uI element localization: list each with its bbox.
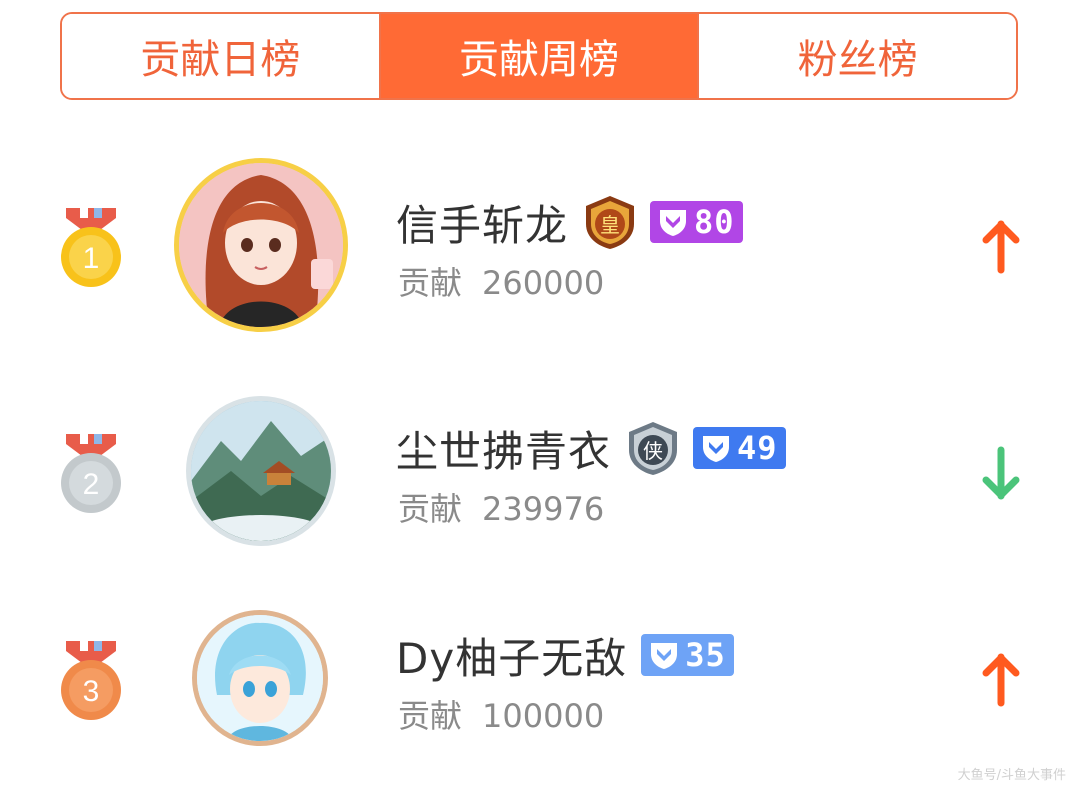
avatar-image (179, 163, 343, 327)
rank-number: 1 (83, 242, 100, 275)
trend-down-arrow-icon (982, 446, 1020, 500)
user-name-line: 信手斩龙 皇 80 (396, 194, 743, 250)
rank-number: 3 (83, 675, 100, 708)
contribution: 贡献 260000 (398, 258, 604, 304)
ranking-row[interactable]: 3 Dy柚子无敌 35 贡献 100000 (0, 583, 1080, 773)
contribution-value: 100000 (482, 697, 605, 735)
contribution: 贡献 100000 (398, 691, 604, 737)
tab-daily-contribution[interactable]: 贡献日榜 (62, 14, 379, 98)
noble-badge-text: 皇 (600, 213, 620, 237)
level-shield-icon (651, 643, 678, 669)
contribution-label: 贡献 (398, 697, 463, 735)
contribution-label: 贡献 (398, 490, 463, 528)
ranking-tabs: 贡献日榜 贡献周榜 粉丝榜 (60, 12, 1018, 100)
knight-noble-badge-icon: 侠 (629, 422, 678, 475)
noble-badge-text: 侠 (643, 439, 663, 463)
contribution: 贡献 239976 (398, 484, 604, 530)
trend-up-arrow-icon (982, 220, 1020, 274)
level-shield-icon (660, 210, 687, 236)
avatar[interactable] (186, 396, 336, 546)
contribution-value: 260000 (482, 264, 605, 302)
user-name[interactable]: 尘世拂青衣 (396, 418, 611, 479)
contribution-value: 239976 (482, 490, 605, 528)
rank-number: 2 (83, 468, 100, 501)
level-shield-icon (703, 436, 730, 462)
watermark: 大鱼号/斗鱼大事件 (957, 768, 1066, 783)
avatar[interactable] (174, 158, 348, 332)
level-badge: 49 (693, 427, 786, 469)
avatar-image (197, 615, 323, 741)
user-name-line: Dy柚子无敌 35 (396, 627, 734, 683)
user-name[interactable]: 信手斩龙 (396, 192, 568, 253)
gold-medal-icon: 1 (61, 208, 121, 287)
tab-weekly-contribution[interactable]: 贡献周榜 (378, 14, 698, 98)
avatar[interactable] (192, 610, 328, 746)
trend-up-arrow-icon (982, 653, 1020, 707)
level-number: 49 (737, 429, 778, 467)
ranking-row[interactable]: 1 信手斩龙 皇 80 贡献 260000 (0, 150, 1080, 340)
emperor-noble-badge-icon: 皇 (586, 196, 635, 249)
avatar-image (191, 401, 331, 541)
bronze-medal-icon: 3 (61, 641, 121, 720)
silver-medal-icon: 2 (61, 434, 121, 513)
ranking-row[interactable]: 2 尘世拂青衣 侠 49 贡献 239976 (0, 376, 1080, 566)
level-badge: 80 (650, 201, 743, 243)
level-badge: 35 (641, 634, 734, 676)
tab-fans[interactable]: 粉丝榜 (697, 14, 1016, 98)
user-name[interactable]: Dy柚子无敌 (396, 625, 627, 686)
level-number: 35 (685, 636, 726, 674)
level-number: 80 (694, 203, 735, 241)
contribution-label: 贡献 (398, 264, 463, 302)
user-name-line: 尘世拂青衣 侠 49 (396, 420, 786, 476)
